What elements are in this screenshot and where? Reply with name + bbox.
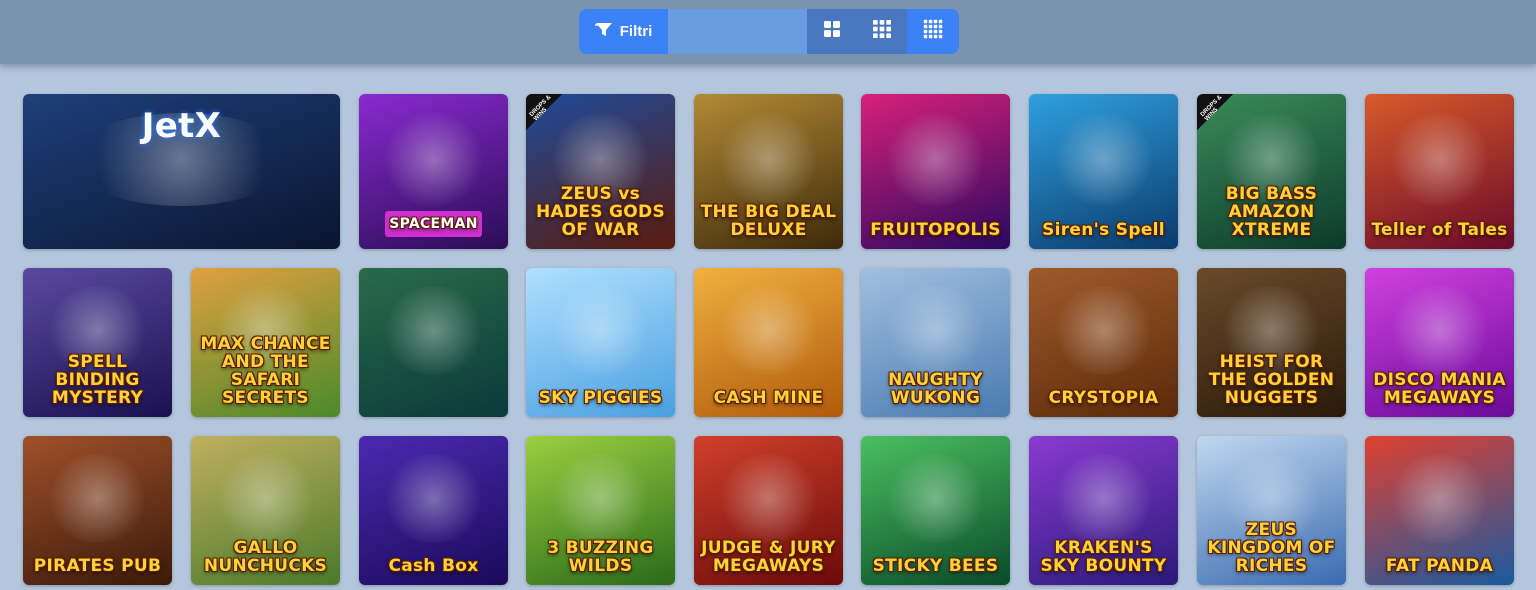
game-title: BIG BASS AMAZON XTREME — [1225, 184, 1318, 240]
artwork-glow — [1387, 453, 1492, 544]
artwork-glow — [381, 285, 486, 376]
game-tile[interactable]: JetX — [23, 94, 340, 249]
game-title: KRAKEN'S SKY BOUNTY — [1040, 538, 1167, 576]
artwork-glow — [1051, 112, 1156, 206]
game-tile[interactable]: JUDGE & JURY MEGAWAYS — [694, 436, 843, 585]
game-title: THE BIG DEAL DELUXE — [700, 202, 837, 240]
game-tile[interactable]: DROPS & WINS BIG BASS AMAZON XTREME — [1197, 94, 1346, 249]
artwork-glow — [548, 285, 653, 376]
game-title: ZEUS KINGDOM OF RICHES — [1207, 520, 1336, 576]
artwork-glow — [45, 453, 150, 544]
game-tile[interactable]: NAUGHTY WUKONG — [861, 268, 1010, 417]
drops-wins-badge: DROPS & WINS — [1197, 94, 1233, 130]
game-title: PIRATES PUB — [33, 556, 162, 576]
game-title: HEIST FOR THE GOLDEN NUGGETS — [1208, 352, 1335, 408]
game-tile[interactable]: CASH MINE — [694, 268, 843, 417]
artwork-glow — [716, 453, 821, 544]
game-title: NAUGHTY WUKONG — [888, 370, 983, 408]
game-tile[interactable]: Cash Box — [359, 436, 508, 585]
game-title: CRYSTOPIA — [1048, 388, 1159, 408]
artwork-glow — [381, 112, 486, 206]
game-title: STICKY BEES — [872, 556, 999, 576]
game-grid: JetX SPACEMAN DROPS & WINS ZEUS vs HADES GO… — [0, 0, 1536, 590]
artwork-glow — [1387, 112, 1492, 206]
game-tile[interactable]: MAX CHANCE AND THE SAFARI SECRETS — [191, 268, 340, 417]
badge-label: DROPS & WINS — [1199, 94, 1224, 123]
artwork-glow — [1387, 285, 1492, 376]
drops-wins-badge: DROPS & WINS — [526, 94, 562, 130]
artwork-glow — [716, 285, 821, 376]
game-title: CASH MINE — [713, 388, 824, 408]
game-title: SPACEMAN — [385, 211, 482, 237]
game-tile[interactable]: FRUITOPOLIS — [861, 94, 1010, 249]
badge-label: DROPS & WINS — [528, 94, 553, 123]
game-tile[interactable]: DROPS & WINS ZEUS vs HADES GODS OF WAR — [526, 94, 675, 249]
game-tile[interactable]: STICKY BEES — [861, 436, 1010, 585]
artwork-glow — [716, 112, 821, 206]
game-title: 3 BUZZING WILDS — [547, 538, 654, 576]
game-tile[interactable]: GALLO NUNCHUCKS — [191, 436, 340, 585]
game-title — [359, 407, 508, 417]
game-tile[interactable]: SPACEMAN — [359, 94, 508, 249]
game-tile[interactable]: SPELL BINDING MYSTERY — [23, 268, 172, 417]
artwork-glow — [1051, 285, 1156, 376]
game-tile[interactable]: CRYSTOPIA — [1029, 268, 1178, 417]
artwork-glow — [883, 285, 988, 376]
game-title: MAX CHANCE AND THE SAFARI SECRETS — [200, 334, 331, 408]
game-tile[interactable]: THE BIG DEAL DELUXE — [694, 94, 843, 249]
game-artwork — [359, 268, 508, 417]
game-tile[interactable]: KRAKEN'S SKY BOUNTY — [1029, 436, 1178, 585]
game-tile[interactable]: PIRATES PUB — [23, 436, 172, 585]
artwork-glow — [213, 453, 318, 544]
game-title: JetX — [141, 106, 222, 146]
game-tile[interactable]: Teller of Tales — [1365, 94, 1514, 249]
game-tile[interactable]: Siren's Spell — [1029, 94, 1178, 249]
game-title: Teller of Tales — [1371, 220, 1508, 240]
game-title: GALLO NUNCHUCKS — [203, 538, 328, 576]
game-title: SKY PIGGIES — [538, 388, 663, 408]
game-tile[interactable]: 3 BUZZING WILDS — [526, 436, 675, 585]
artwork-glow — [1051, 453, 1156, 544]
game-title: FRUITOPOLIS — [870, 220, 1001, 240]
game-title: SPELL BINDING MYSTERY — [51, 352, 144, 408]
game-title: JUDGE & JURY MEGAWAYS — [701, 538, 836, 576]
game-tile[interactable]: SKY PIGGIES — [526, 268, 675, 417]
artwork-glow — [548, 453, 653, 544]
game-title: ZEUS vs HADES GODS OF WAR — [535, 184, 666, 240]
game-tile[interactable]: FAT PANDA — [1365, 436, 1514, 585]
artwork-glow — [883, 112, 988, 206]
game-title: Siren's Spell — [1042, 220, 1165, 240]
game-tile[interactable]: HEIST FOR THE GOLDEN NUGGETS — [1197, 268, 1346, 417]
game-tile[interactable] — [359, 268, 508, 417]
game-title: Cash Box — [388, 556, 479, 576]
game-tile[interactable]: ZEUS KINGDOM OF RICHES — [1197, 436, 1346, 585]
game-title: FAT PANDA — [1385, 556, 1494, 576]
artwork-glow — [381, 453, 486, 544]
game-tile[interactable]: DISCO MANIA MEGAWAYS — [1365, 268, 1514, 417]
artwork-glow — [883, 453, 988, 544]
game-title: DISCO MANIA MEGAWAYS — [1373, 370, 1506, 408]
